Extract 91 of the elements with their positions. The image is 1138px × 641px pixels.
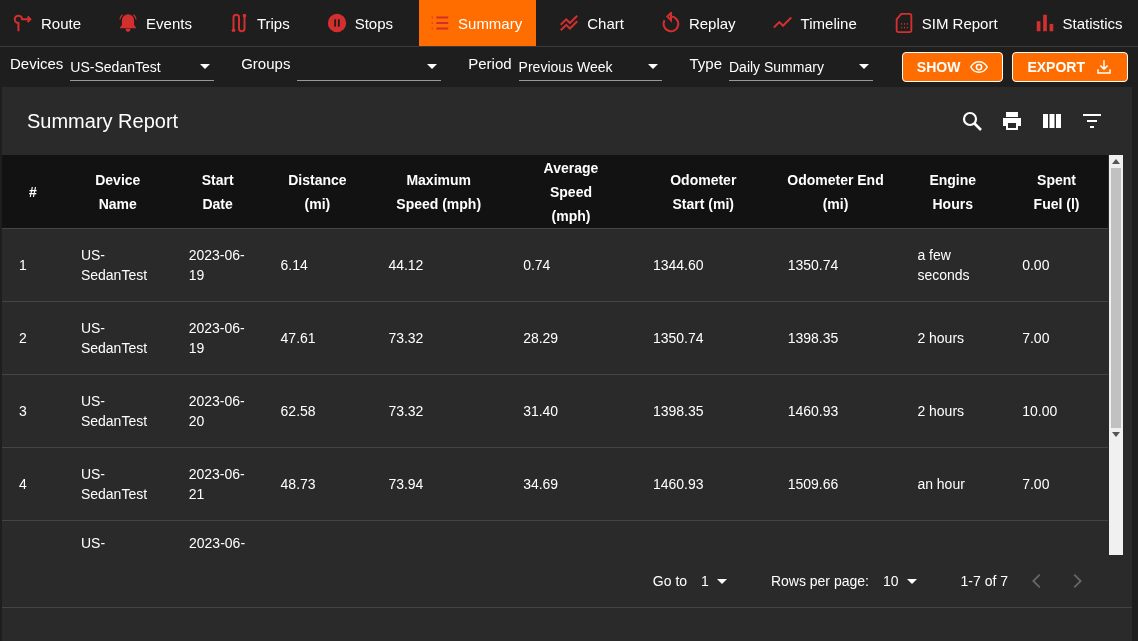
report-tab[interactable]: SIM Report [882,0,1012,46]
table-cell-text: 73.32 [387,402,425,421]
filter-label: Devices [10,54,64,72]
table-cell-text: 73.94 [387,475,425,494]
table-cell-text: 2023-06-19 [187,319,246,358]
eye-icon [970,58,989,76]
table-cell-text: 1398.35 [651,402,705,421]
table-cell-text: US-SedanTest [79,465,149,504]
table-cell-text: 28.29 [522,329,560,348]
table-cell-text: 2 hours [916,329,966,348]
print-icon[interactable] [1000,109,1024,133]
table-cell-text: 47.61 [279,329,317,348]
table-cell-text: 31.40 [522,402,560,421]
table-cell-text: 3 [18,402,28,421]
caret-icon [200,64,211,69]
report-tab[interactable]: Timeline [761,0,871,46]
download-icon [1094,58,1113,76]
caret-icon [427,64,438,69]
filter-label: Groups [241,54,291,72]
table-cell-text: 2023-06-20 [187,392,246,431]
scrollbar[interactable] [1109,155,1123,555]
goto-label: Go to [652,573,688,589]
table-cell-text: 1398.35 [786,329,840,348]
table-cell-text: 2023-06- [188,534,247,553]
report-tab[interactable]: Route [2,0,96,46]
page-range: 1-7 of 7 [960,573,1008,589]
table-cell-text: 7.00 [1021,329,1051,348]
table-cell-text: 6.14 [279,256,309,275]
table-cell-text: 73.32 [387,329,425,348]
column-header: Maximum Speed (mph) [395,170,483,214]
table-cell-text: 62.58 [279,402,317,421]
column-header: # [28,182,38,202]
filter-select[interactable]: Daily Summary [729,53,873,81]
filter-select[interactable]: US-SedanTest [70,53,215,81]
table-cell-text: 44.12 [387,256,425,275]
column-header: Odometer End (mi) [786,170,885,214]
chart-icon [558,12,581,34]
table-cell-text: 1344.60 [651,256,705,275]
table-cell-text: 34.69 [522,475,560,494]
table-cell-text: 2023-06-19 [187,246,246,285]
table-cell-text: 0.00 [1021,256,1051,275]
table-cell-text: 1350.74 [786,256,840,275]
report-tab[interactable]: Statistics [1023,0,1137,46]
report-tab[interactable]: Events [107,0,206,46]
table-cell-text: 2 [18,329,28,348]
table-cell-text: an hour [916,475,966,494]
rows-per-page-label: Rows per page: [770,573,869,589]
column-header: Start Date [200,170,235,214]
table-cell-text: a few seconds [916,246,971,285]
caret-icon [716,578,727,584]
bell-icon [117,12,140,34]
pause-icon [325,12,348,34]
table-cell-text: 1509.66 [786,475,840,494]
table-cell-text: 1460.93 [651,475,705,494]
search-icon[interactable] [960,109,984,133]
column-header: Distance (mi) [287,170,348,214]
column-header: Odometer Start (mi) [669,170,738,214]
table-cell-text: 48.73 [279,475,317,494]
column-header: Engine Hours [928,170,978,214]
table-cell-text: US-SedanTest [79,246,149,285]
table-cell-text: US-SedanTest [79,392,149,431]
column-header: Device Name [94,170,142,214]
column-header: Spent Fuel (l) [1032,170,1081,214]
report-tab[interactable]: Trips [217,0,304,46]
table-cell-text: 0.74 [522,256,552,275]
table-cell-text: 4 [18,475,28,494]
report-tab[interactable]: Chart [548,0,638,46]
table-cell-text: US- [80,534,107,553]
page-select[interactable]: 1 [701,573,731,589]
table-cell-text: 2023-06-21 [187,465,246,504]
filter-label: Period [468,54,512,72]
scroll-up-icon[interactable] [1112,159,1120,164]
report-tab[interactable]: Stops [315,0,408,46]
table-cell-text: 10.00 [1021,402,1059,421]
route-icon [12,12,34,34]
rows-per-page-select[interactable]: 10 [882,573,921,589]
report-tab[interactable]: Replay [649,0,750,46]
table-cell-text: 1 [18,256,28,275]
table-cell-text: 1350.74 [651,329,705,348]
table-cell-text: 7.00 [1021,475,1051,494]
table-cell-text: US-SedanTest [79,319,149,358]
table-cell-text: 2 hours [916,402,966,421]
caret-icon [906,578,917,584]
caret-icon [858,64,869,69]
table-cell-text: 1460.93 [786,402,840,421]
column-header: Average Speed (mph) [542,158,600,226]
filter-select[interactable]: Previous Week [518,53,663,81]
scroll-down-icon[interactable] [1112,432,1120,437]
caret-icon [648,64,659,69]
filter-label: Type [689,54,722,72]
report-title: Summary Report [27,109,179,133]
